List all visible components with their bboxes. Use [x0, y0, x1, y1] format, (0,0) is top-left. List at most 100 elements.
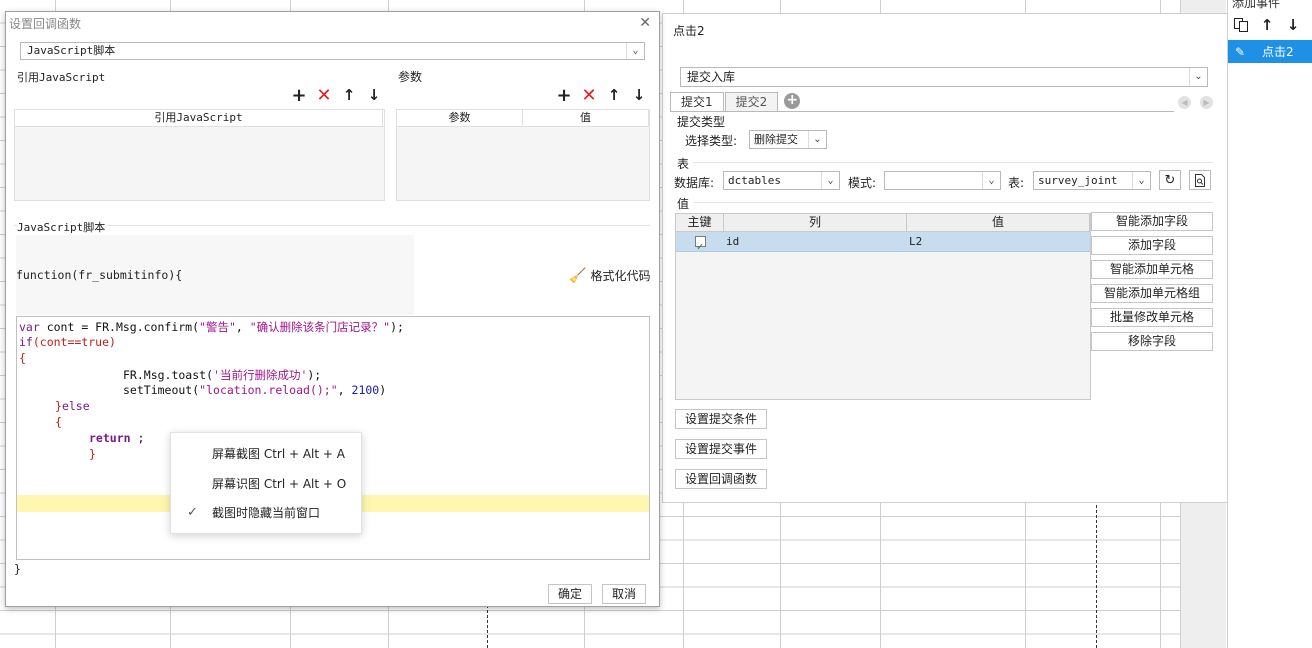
closing-brace: } — [14, 562, 21, 576]
edit-icon: ✎ — [1234, 44, 1246, 59]
params-label: 参数 — [398, 70, 423, 84]
add-icon[interactable]: + — [556, 85, 572, 106]
chevron-down-icon: ⌄ — [808, 131, 826, 148]
function-signature: function(fr_submitinfo){ — [16, 268, 183, 282]
col-header-column: 列 — [724, 214, 907, 231]
submit-type-value: 删除提交 — [754, 133, 798, 146]
code-line-8: return ; — [89, 431, 145, 445]
page-break-line — [1096, 500, 1097, 648]
submit-tabs: 提交1 提交2 + — [670, 92, 801, 112]
event-list-panel: 添加事件 ↑ ↓ ✎ 点击2 — [1227, 0, 1312, 648]
ok-button[interactable]: 确定 — [548, 584, 592, 604]
format-code-button[interactable]: 🧹 格式化代码 — [569, 267, 650, 284]
script-type-select[interactable]: JavaScript脚本 ⌄ — [20, 42, 645, 60]
table-select[interactable]: survey_joint ⌄ — [1033, 171, 1151, 190]
divider — [14, 225, 650, 226]
menu-item-hide-window[interactable]: ✓ 截图时隐藏当前窗口 — [171, 502, 361, 524]
column-cell[interactable]: id — [724, 232, 907, 251]
broom-icon: 🧹 — [569, 267, 587, 284]
chevron-down-icon: ⌄ — [1132, 172, 1150, 189]
params-list[interactable] — [397, 127, 649, 200]
grid-header: 主键 列 值 — [676, 214, 1090, 232]
table-field-label: 表: — [1008, 176, 1025, 190]
event-item-label: 点击2 — [1262, 45, 1294, 59]
choose-type-label: 选择类型: — [685, 134, 738, 148]
tab-submit2[interactable]: 提交2 — [724, 92, 779, 112]
tab-next-icon[interactable]: ▶ — [1200, 96, 1213, 109]
move-down-icon[interactable]: ↓ — [366, 86, 382, 104]
preview-table-button[interactable] — [1189, 170, 1211, 190]
key-cell[interactable]: ✓ — [676, 232, 724, 253]
batch-edit-cells-button[interactable]: 批量修改单元格 — [1091, 308, 1213, 327]
menu-item-ocr[interactable]: 屏幕识图 Ctrl + Alt + O — [171, 473, 361, 495]
value-section: 值 — [677, 197, 690, 211]
value-cell[interactable]: L2 — [907, 232, 1090, 251]
set-submit-condition-button[interactable]: 设置提交条件 — [675, 409, 767, 429]
add-icon[interactable]: + — [291, 85, 307, 106]
panel-title: 点击2 — [673, 24, 705, 38]
tab-submit1[interactable]: 提交1 — [670, 92, 724, 112]
field-grid: 主键 列 值 ✓ id L2 — [675, 213, 1091, 400]
value-col-header: 值 — [523, 110, 649, 126]
close-icon[interactable]: ✕ — [639, 15, 651, 31]
chevron-down-icon: ⌄ — [1189, 68, 1207, 86]
ref-js-header: 引用JavaScript — [15, 110, 384, 127]
chevron-down-icon: ⌄ — [821, 172, 839, 189]
dialog-title: 设置回调函数 — [9, 17, 82, 31]
menu-item-screenshot[interactable]: 屏幕截图 Ctrl + Alt + A — [171, 443, 361, 465]
code-line-3: { — [19, 351, 26, 365]
ref-js-list[interactable] — [15, 127, 384, 200]
move-down-icon[interactable]: ↓ — [631, 86, 647, 104]
action-select-value: 提交入库 — [687, 70, 736, 84]
params-table: 参数 值 — [396, 109, 650, 201]
cancel-button[interactable]: 取消 — [602, 584, 646, 604]
checkmark-icon: ✓ — [187, 505, 198, 520]
primary-key-checkbox[interactable]: ✓ — [694, 236, 706, 253]
preview-icon — [1195, 173, 1205, 187]
move-up-icon[interactable]: ↑ — [606, 86, 622, 104]
event-item-click2[interactable]: ✎ 点击2 — [1228, 40, 1312, 63]
copy-icon[interactable] — [1232, 16, 1250, 34]
refresh-icon: ↻ — [1164, 172, 1176, 188]
smart-add-cell-group-button[interactable]: 智能添加单元格组 — [1091, 284, 1213, 303]
mode-label: 模式: — [848, 176, 877, 190]
refresh-button[interactable]: ↻ — [1159, 170, 1181, 190]
code-line-6: }else — [55, 399, 90, 413]
set-submit-event-button[interactable]: 设置提交事件 — [675, 439, 767, 459]
database-label: 数据库: — [674, 176, 715, 190]
params-header: 参数 值 — [397, 110, 649, 127]
script-section-label: JavaScript脚本 — [17, 219, 109, 235]
add-field-button[interactable]: 添加字段 — [1091, 236, 1213, 255]
divider — [693, 162, 1213, 163]
tab-prev-icon[interactable]: ◀ — [1178, 96, 1191, 109]
smart-add-field-button[interactable]: 智能添加字段 — [1091, 212, 1213, 231]
script-type-value: JavaScript脚本 — [27, 44, 116, 57]
move-up-icon[interactable]: ↑ — [341, 86, 357, 104]
ref-js-label: 引用JavaScript — [17, 71, 106, 84]
table-section: 表 — [677, 157, 690, 171]
move-down-icon[interactable]: ↓ — [1284, 16, 1302, 34]
col-header-value: 值 — [907, 214, 1090, 231]
set-callback-button[interactable]: 设置回调函数 — [675, 469, 767, 489]
smart-add-cell-button[interactable]: 智能添加单元格 — [1091, 260, 1213, 279]
ref-js-col-header: 引用JavaScript — [15, 110, 383, 126]
action-select[interactable]: 提交入库 ⌄ — [680, 67, 1208, 87]
mode-select[interactable]: ⌄ — [884, 171, 1001, 190]
add-tab-icon[interactable]: + — [784, 93, 801, 109]
database-select[interactable]: dctables ⌄ — [723, 171, 840, 190]
delete-icon[interactable]: ✕ — [316, 85, 332, 106]
submit-type-select[interactable]: 删除提交 ⌄ — [749, 130, 827, 149]
code-line-9: } — [89, 447, 96, 461]
event-panel-title: 添加事件 — [1232, 0, 1281, 10]
move-up-icon[interactable]: ↑ — [1258, 16, 1276, 34]
code-line-4: FR.Msg.toast('当前行删除成功'); — [123, 368, 322, 382]
delete-icon[interactable]: ✕ — [581, 85, 597, 106]
chevron-down-icon: ⌄ — [982, 172, 1000, 189]
tab-underline — [670, 111, 1174, 112]
code-line-2: if(cont==true) — [19, 335, 116, 349]
divider — [693, 202, 1213, 203]
remove-field-button[interactable]: 移除字段 — [1091, 332, 1213, 351]
table-row[interactable]: ✓ id L2 — [676, 232, 1090, 253]
code-line-1: var cont = FR.Msg.confirm("警告", "确认删除该条门… — [19, 320, 404, 334]
menu-item-hide-window-label: 截图时隐藏当前窗口 — [212, 506, 321, 520]
